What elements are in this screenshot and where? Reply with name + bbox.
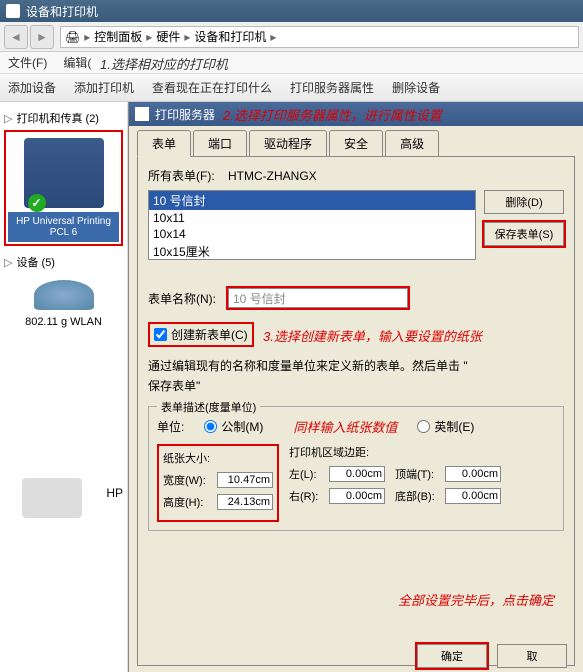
width-label: 宽度(W): [163,472,217,488]
margins-section: 打印机区域边距: 左(L): 顶端(T): 右(R): 底部(B): [289,444,501,522]
save-form-button[interactable]: 保存表单(S) [484,222,564,246]
tab-forms[interactable]: 表单 [137,130,191,157]
annotation-5: 全部设置完毕后，点击确定 [398,590,554,609]
breadcrumb[interactable]: 🖨 ▸控制面板 ▸硬件 ▸设备和打印机 ▸ [60,26,579,48]
address-bar: ◄ ► 🖨 ▸控制面板 ▸硬件 ▸设备和打印机 ▸ [0,22,583,52]
add-device-button[interactable]: 添加设备 [8,79,56,96]
printer-icon [24,138,104,208]
menu-edit[interactable]: 编辑( [63,54,91,71]
printer-label: HP Universal Printing PCL 6 [8,212,119,242]
annotation-4: 同样输入纸张数值 [293,417,397,436]
bottom-input[interactable] [445,488,501,504]
view-printing-button[interactable]: 查看现在正在打印什么 [152,79,272,96]
printer-icon [6,4,20,18]
remove-device-button[interactable]: 删除设备 [392,79,440,96]
print-server-dialog: 打印服务器 2.选择打印服务器属性，进行属性设置 表单 端口 驱动程序 安全 高… [128,102,583,672]
devices-header[interactable]: 设备 (5) [4,254,123,270]
height-input[interactable] [217,494,273,510]
list-item[interactable]: 10x11 [149,210,475,226]
annotation-2: 2.选择打印服务器属性，进行属性设置 [223,105,442,124]
group-title: 表单描述(度量单位) [157,399,260,415]
forward-button[interactable]: ► [30,25,54,49]
forms-listbox[interactable]: 10 号信封 10x11 10x14 10x15厘米 [148,190,476,260]
list-item[interactable]: 10 号信封 [149,191,475,210]
paper-size-label: 纸张大小: [163,450,273,466]
window-titlebar: 设备和打印机 [0,0,583,22]
top-input[interactable] [445,466,501,482]
tab-ports[interactable]: 端口 [193,130,247,156]
list-item[interactable]: 10x14 [149,226,475,242]
create-new-check[interactable] [154,328,167,341]
menubar: 文件(F) 编辑( 1.选择相对应的打印机 [0,52,583,74]
list-item[interactable]: 10x15厘米 [149,242,475,260]
cancel-button[interactable]: 取 [497,644,567,668]
dialog-buttons: 确定 取 [417,644,567,668]
right-input[interactable] [329,488,385,504]
menu-file[interactable]: 文件(F) [8,54,47,71]
dialog-icon [135,107,149,121]
bottom-printer-label: HP [106,486,123,500]
margins-label: 打印机区域边距: [289,444,501,460]
selected-printer[interactable]: HP Universal Printing PCL 6 [4,130,123,246]
paper-size-section: 纸张大小: 宽度(W): 高度(H): [157,444,279,522]
back-button[interactable]: ◄ [4,25,28,49]
ok-button[interactable]: 确定 [417,644,487,668]
annotation-3: 3.选择创建新表单，输入要设置的纸张 [263,329,482,344]
annotation-1: 1.选择相对应的打印机 [100,54,228,73]
tab-strip: 表单 端口 驱动程序 安全 高级 [129,126,583,156]
toolbar: 添加设备 添加打印机 查看现在正在打印什么 打印服务器属性 删除设备 [0,74,583,102]
left-input[interactable] [329,466,385,482]
metric-radio[interactable] [204,420,217,433]
width-input[interactable] [217,472,273,488]
form-name-label: 表单名称(N): [148,290,228,307]
create-new-checkbox[interactable]: 创建新表单(C) [148,322,254,347]
english-radio[interactable] [417,420,430,433]
height-label: 高度(H): [163,494,217,510]
add-printer-button[interactable]: 添加打印机 [74,79,134,96]
wlan-device[interactable]: 802.11 g WLAN [4,280,123,328]
delete-button[interactable]: 删除(D) [484,190,564,214]
form-description-group: 表单描述(度量单位) 单位: 公制(M) 同样输入纸张数值 英制(E) 纸张大小… [148,406,564,531]
window-title: 设备和打印机 [26,3,98,20]
printer-thumb-icon [22,478,82,518]
printers-header[interactable]: 打印机和传真 (2) [4,110,123,126]
wlan-label: 802.11 g WLAN [4,316,123,328]
tab-advanced[interactable]: 高级 [385,130,439,156]
form-name-input[interactable] [228,288,408,308]
dialog-title: 打印服务器 [155,106,215,123]
forms-panel: 所有表单(F): HTMC-ZHANGX 10 号信封 10x11 10x14 … [137,156,575,666]
unit-label: 单位: [157,418,184,435]
router-icon [34,280,94,310]
all-forms-label: 所有表单(F): [148,167,228,184]
description-text: 通过编辑现有的名称和度量单位来定义新的表单。然后单击 " 保存表单" [148,357,564,396]
device-icon: 🖨 [65,30,80,44]
dialog-titlebar: 打印服务器 2.选择打印服务器属性，进行属性设置 [129,102,583,126]
tab-security[interactable]: 安全 [329,130,383,156]
tab-drivers[interactable]: 驱动程序 [249,130,327,156]
server-name: HTMC-ZHANGX [228,169,317,183]
device-sidebar: 打印机和传真 (2) HP Universal Printing PCL 6 设… [0,102,128,672]
server-props-button[interactable]: 打印服务器属性 [290,79,374,96]
